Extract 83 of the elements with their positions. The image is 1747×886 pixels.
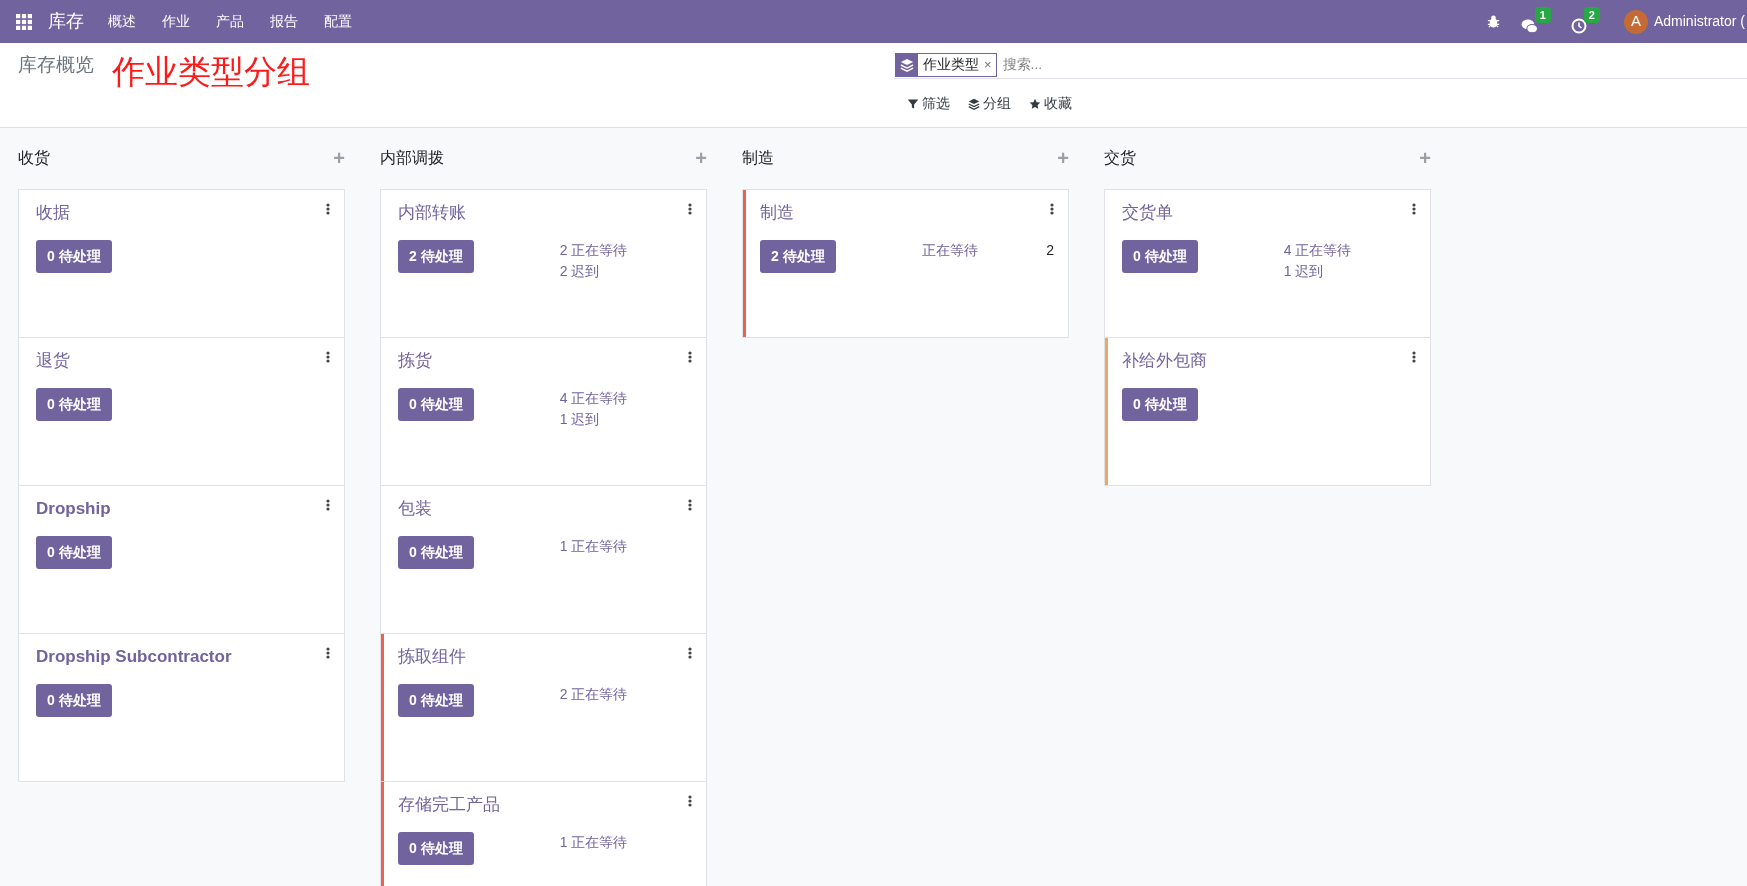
pending-count-button[interactable]: 2 待处理 — [760, 239, 836, 273]
messages-button[interactable]: 1 — [1520, 6, 1551, 37]
pending-count-button[interactable]: 0 待处理 — [1122, 387, 1198, 421]
grid-icon — [16, 13, 32, 30]
stat-link[interactable]: 1 正在等待 — [559, 535, 628, 557]
funnel-icon — [907, 97, 919, 110]
user-menu-button[interactable]: A Administrator ( — [1623, 9, 1747, 34]
pending-count-button[interactable]: 0 待处理 — [36, 683, 112, 717]
favorite-dropdown-button[interactable]: 收藏 — [1029, 93, 1072, 114]
card-title-link[interactable]: 补给外包商 — [1122, 348, 1207, 374]
kebab-icon — [326, 351, 330, 363]
column-title: 制造 — [742, 148, 774, 168]
card-title-link[interactable]: 拣取组件 — [398, 644, 466, 670]
card-title-link[interactable]: 存储完工产品 — [398, 792, 500, 818]
card-title-link[interactable]: 收据 — [36, 200, 70, 226]
stat-link[interactable]: 2 正在等待 — [559, 683, 628, 705]
kebab-icon — [688, 351, 692, 363]
menu-item[interactable]: 概述 — [108, 11, 136, 32]
message-count-badge: 1 — [1534, 6, 1551, 23]
apps-menu-button[interactable] — [16, 13, 32, 30]
kebab-icon — [1412, 351, 1416, 363]
kebab-icon — [688, 203, 692, 215]
stat-link[interactable]: 2 正在等待 — [559, 239, 628, 261]
search-facet[interactable]: 作业类型 × — [895, 52, 997, 77]
card-title-link[interactable]: 包装 — [398, 496, 432, 522]
kebab-icon — [326, 203, 330, 215]
facet-label: 作业类型 — [922, 55, 980, 74]
card-title-link[interactable]: 退货 — [36, 348, 70, 374]
kebab-icon — [326, 499, 330, 511]
bug-icon — [1485, 14, 1501, 29]
card-title-link[interactable]: Dropship Subcontractor — [36, 644, 232, 670]
star-icon — [1029, 97, 1041, 110]
stat-link[interactable]: 2 迟到 — [559, 260, 600, 282]
stat-link[interactable]: 4 正在等待 — [559, 387, 628, 409]
activities-button[interactable]: 2 — [1570, 6, 1600, 37]
stat-link[interactable]: 1 迟到 — [559, 408, 600, 430]
menu-item[interactable]: 报告 — [270, 11, 298, 32]
app-name-link[interactable]: 库存 — [48, 8, 84, 35]
kebab-icon — [688, 647, 692, 659]
menu-item[interactable]: 作业 — [162, 11, 190, 32]
card-title-link[interactable]: 拣货 — [398, 348, 432, 374]
column-title: 交货 — [1104, 148, 1136, 168]
layers-icon — [968, 97, 980, 110]
chat-icon — [1520, 17, 1538, 35]
kebab-icon — [688, 499, 692, 511]
card-title-link[interactable]: 交货单 — [1122, 200, 1173, 226]
pending-count-button[interactable]: 0 待处理 — [36, 387, 112, 421]
menu-item[interactable]: 产品 — [216, 11, 244, 32]
search-field[interactable]: 搜索... — [1002, 54, 1747, 75]
kebab-icon — [326, 647, 330, 659]
stat-link[interactable]: 4 正在等待 — [1283, 239, 1352, 261]
pending-count-button[interactable]: 2 待处理 — [398, 239, 474, 273]
kebab-icon — [688, 795, 692, 807]
search-bar[interactable]: 作业类型 × 搜索... — [895, 51, 1747, 79]
filter-dropdown-button[interactable]: 筛选 — [907, 93, 950, 114]
group-dropdown-button[interactable]: 分组 — [968, 93, 1011, 114]
pending-count-button[interactable]: 0 待处理 — [36, 239, 112, 273]
stat-link[interactable]: 1 迟到 — [1283, 260, 1324, 282]
layers-icon — [900, 57, 914, 72]
pending-count-button[interactable]: 0 待处理 — [1122, 239, 1198, 273]
pending-count-button[interactable]: 0 待处理 — [398, 831, 474, 865]
pending-count-button[interactable]: 0 待处理 — [398, 683, 474, 717]
card-title-link[interactable]: 内部转账 — [398, 200, 466, 226]
column-title: 收货 — [18, 148, 50, 168]
user-avatar: A — [1623, 9, 1648, 34]
stat-link[interactable]: 正在等待 — [921, 239, 978, 261]
annotation-text: 作业类型分组 — [112, 52, 310, 92]
facet-remove-button[interactable]: × — [984, 54, 996, 75]
pending-count-button[interactable]: 0 待处理 — [398, 535, 474, 569]
card-title-link[interactable]: 制造 — [760, 200, 794, 226]
pending-count-button[interactable]: 0 待处理 — [398, 387, 474, 421]
card-title-link[interactable]: Dropship — [36, 496, 111, 522]
debug-button[interactable] — [1485, 14, 1501, 29]
breadcrumb-link[interactable]: 库存概览 — [18, 51, 94, 80]
kebab-icon — [1412, 203, 1416, 215]
stat-link[interactable]: 1 正在等待 — [559, 831, 628, 853]
kebab-icon — [1050, 203, 1054, 215]
column-title: 内部调拨 — [380, 148, 444, 168]
pending-count-button[interactable]: 0 待处理 — [36, 535, 112, 569]
menu-item[interactable]: 配置 — [324, 11, 352, 32]
stat-count: 2 — [1046, 240, 1054, 260]
clock-icon — [1570, 17, 1587, 34]
activity-count-badge: 2 — [1583, 6, 1600, 23]
